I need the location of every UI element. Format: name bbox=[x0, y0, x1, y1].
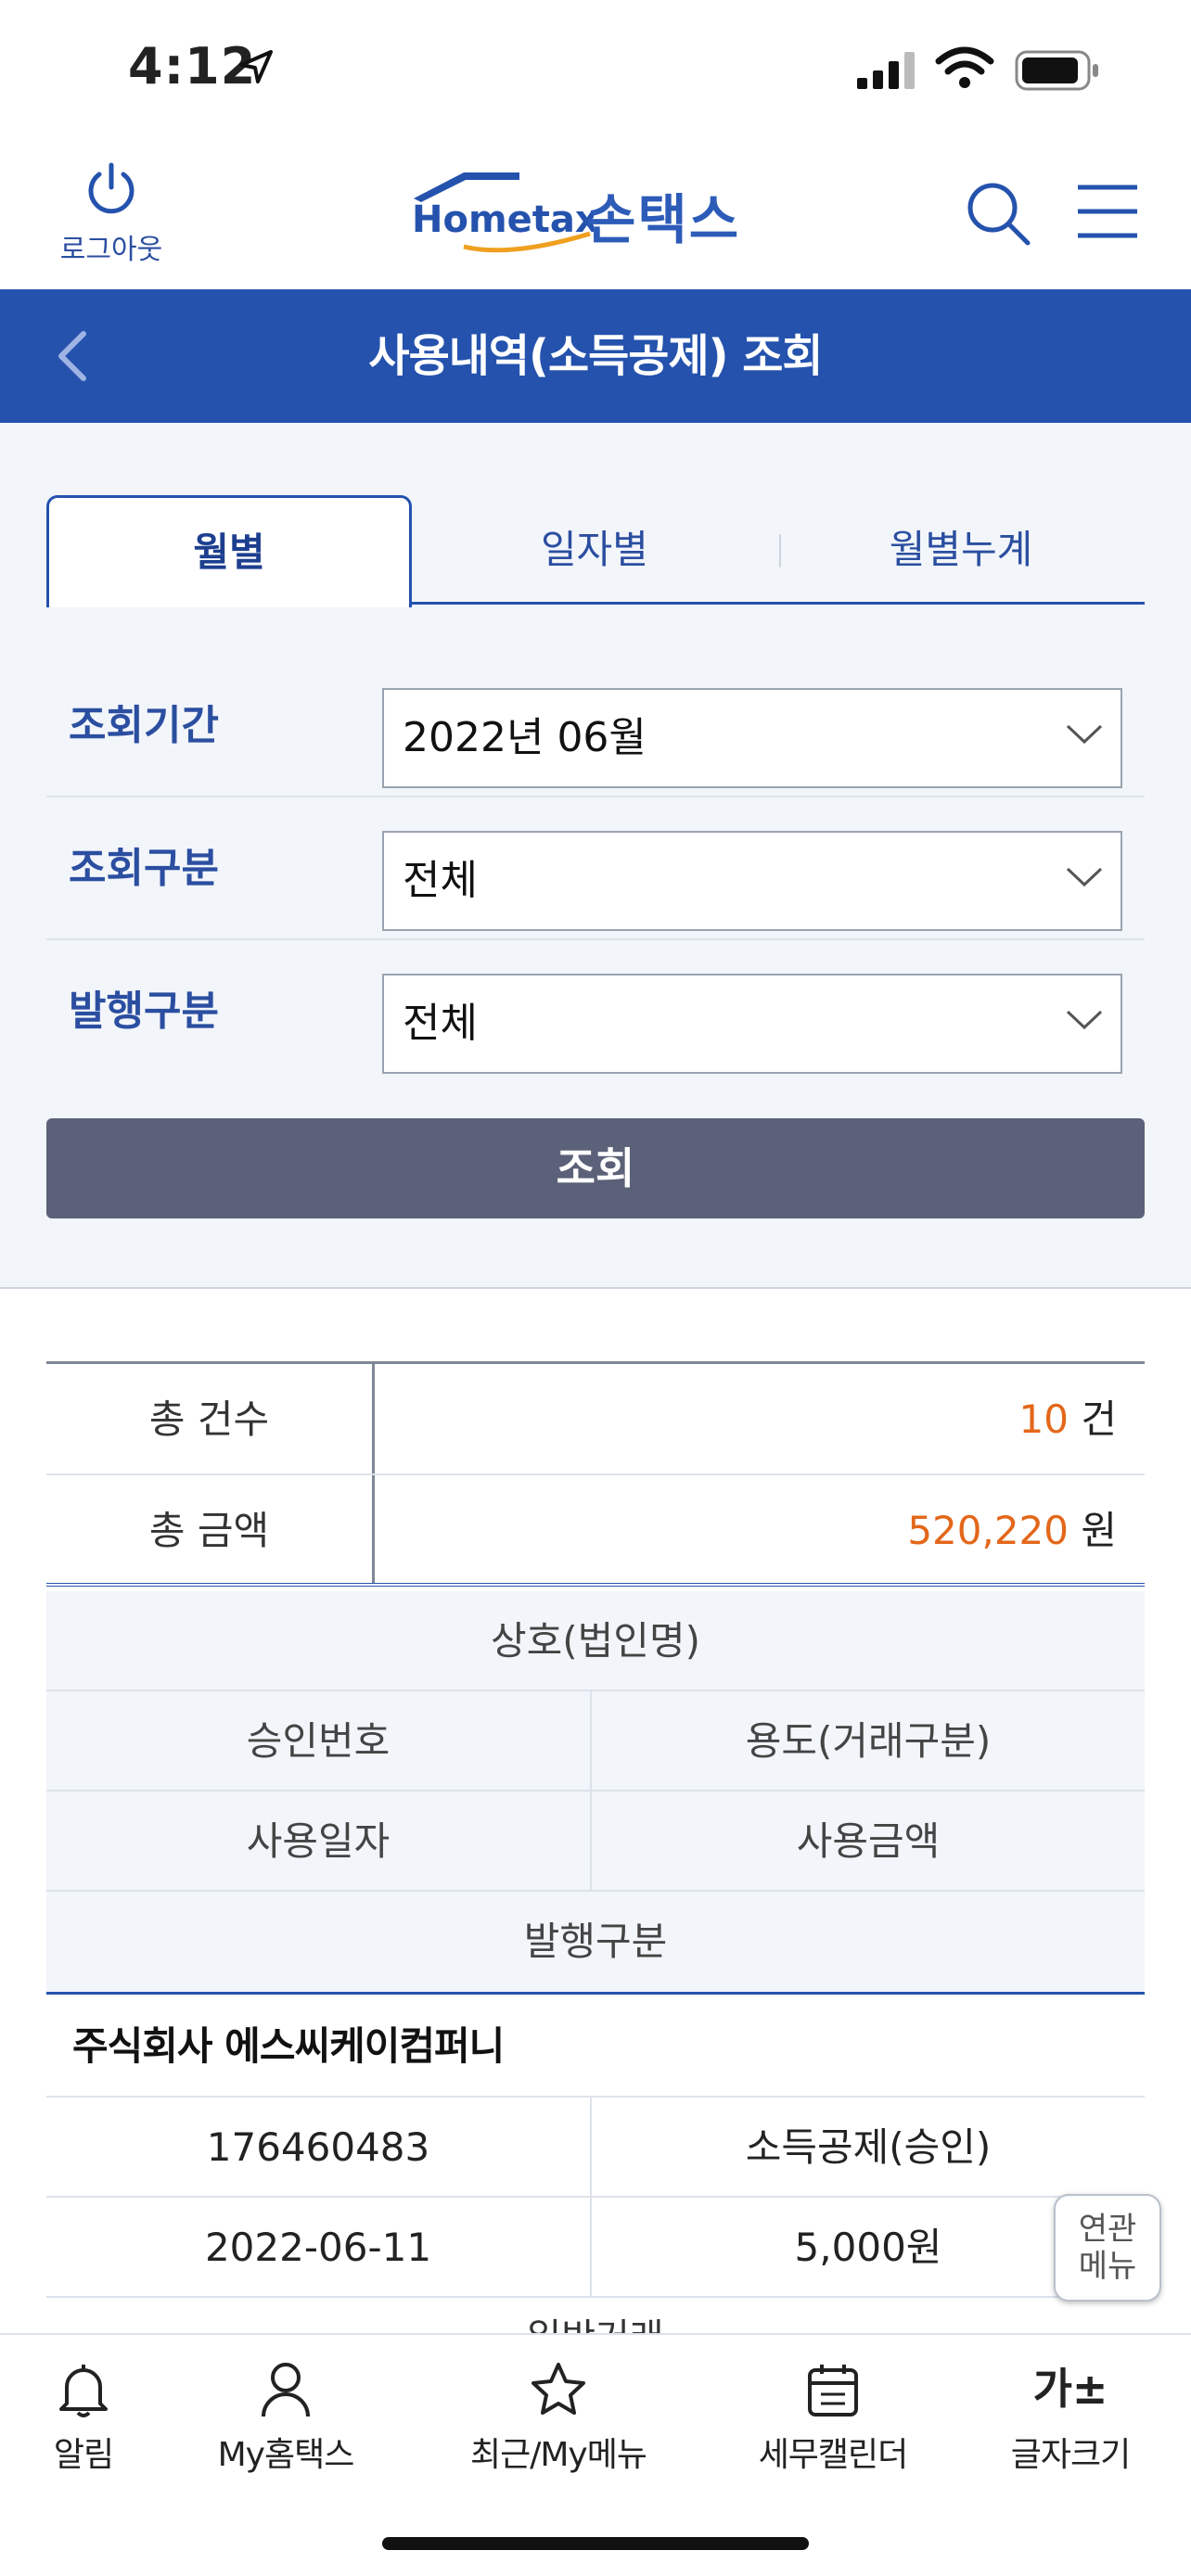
logo-text: 손택스 bbox=[586, 188, 741, 251]
type-label: 조회구분 bbox=[69, 845, 219, 892]
nav-item-font-size[interactable]: 가± 글자크기 bbox=[959, 2359, 1182, 2476]
logout-button[interactable]: 로그아웃 bbox=[54, 161, 169, 267]
nav-item-my-hometax[interactable]: My홈택스 bbox=[174, 2359, 397, 2476]
total-count-number: 10 bbox=[1018, 1396, 1069, 1442]
person-icon bbox=[174, 2359, 397, 2418]
type-select-value: 전체 bbox=[403, 857, 478, 904]
tab-monthly[interactable]: 월별 bbox=[46, 495, 412, 607]
header-row: 상호(법인명) bbox=[46, 1591, 1145, 1691]
home-indicator[interactable] bbox=[382, 2537, 809, 2550]
record-merchant: 주식회사 에스씨케이컴퍼니 bbox=[46, 1996, 1145, 2098]
record-approval-no: 176460483 bbox=[46, 2098, 592, 2196]
logout-label: 로그아웃 bbox=[59, 234, 163, 266]
period-label: 조회기간 bbox=[69, 702, 219, 749]
chevron-down-icon bbox=[1065, 864, 1104, 892]
record-item[interactable]: 주식회사 에스씨케이컴퍼니 176460483 소득공제(승인) 2022-06… bbox=[46, 1996, 1145, 2342]
record-row: 176460483 소득공제(승인) bbox=[46, 2098, 1145, 2198]
related-menu-button[interactable]: 연관 메뉴 bbox=[1054, 2194, 1161, 2302]
column-header-issue-type: 발행구분 bbox=[523, 1919, 668, 1964]
type-select[interactable]: 전체 bbox=[382, 831, 1122, 931]
battery-icon bbox=[1015, 50, 1100, 95]
column-header-amount: 사용금액 bbox=[796, 1818, 941, 1864]
chevron-down-icon bbox=[1065, 721, 1104, 749]
header-row: 발행구분 bbox=[46, 1892, 1145, 1992]
column-header-date: 사용일자 bbox=[46, 1792, 592, 1890]
related-menu-label-1: 연관 bbox=[1078, 2211, 1137, 2248]
total-amount-number: 520,220 bbox=[907, 1508, 1069, 1553]
font-size-glyph: 가± bbox=[1032, 2364, 1108, 2414]
nav-label-font-size: 글자크기 bbox=[1010, 2436, 1131, 2474]
logo-wordmark: Hometax. bbox=[412, 198, 594, 241]
issue-select[interactable]: 전체 bbox=[382, 974, 1122, 1074]
nav-label-my-hometax: My홈택스 bbox=[217, 2436, 355, 2474]
status-bar: 4:12 bbox=[0, 0, 1191, 139]
search-panel: 월별 일자별 월별누계 조회기간 2022년 06월 조회구분 전체 발행구분 … bbox=[0, 423, 1191, 1289]
form-row-issue: 발행구분 전체 bbox=[46, 940, 1145, 1083]
app-header: 로그아웃 Hometax. 손택스 bbox=[0, 139, 1191, 289]
header-row: 사용일자 사용금액 bbox=[46, 1792, 1145, 1892]
summary-row-amount: 총 금액 520,220 원 bbox=[46, 1475, 1145, 1587]
issue-select-value: 전체 bbox=[403, 1000, 478, 1047]
period-select[interactable]: 2022년 06월 bbox=[382, 688, 1122, 788]
total-count-label: 총 건수 bbox=[46, 1364, 375, 1473]
total-amount-value: 520,220 원 bbox=[907, 1475, 1117, 1587]
calendar-icon bbox=[722, 2359, 944, 2418]
nav-item-recent-my-menu[interactable]: 최근/My메뉴 bbox=[447, 2359, 670, 2476]
nav-label-tax-calendar: 세무캘린더 bbox=[758, 2436, 909, 2474]
period-tabs: 월별 일자별 월별누계 bbox=[46, 495, 1145, 607]
hamburger-menu-icon[interactable] bbox=[1076, 184, 1139, 243]
search-icon[interactable] bbox=[965, 180, 1031, 250]
record-date: 2022-06-11 bbox=[46, 2198, 592, 2296]
record-row: 2022-06-11 5,000원 bbox=[46, 2198, 1145, 2298]
nav-item-tax-calendar[interactable]: 세무캘린더 bbox=[722, 2359, 944, 2476]
wifi-icon bbox=[935, 46, 994, 93]
back-chevron-icon[interactable] bbox=[54, 330, 91, 386]
page-title-bar: 사용내역(소득공제) 조회 bbox=[0, 289, 1191, 423]
form-row-period: 조회기간 2022년 06월 bbox=[46, 655, 1145, 797]
nav-item-alerts[interactable]: 알림 bbox=[0, 2359, 195, 2476]
column-header-usage-type: 용도(거래구분) bbox=[745, 1718, 992, 1764]
summary-row-count: 총 건수 10 건 bbox=[46, 1364, 1145, 1475]
hometax-logo[interactable]: Hometax. bbox=[408, 167, 613, 260]
page-title: 사용내역(소득공제) 조회 bbox=[368, 330, 823, 382]
location-arrow-icon bbox=[237, 48, 275, 89]
cellular-signal-icon bbox=[855, 52, 920, 93]
summary-table: 총 건수 10 건 총 금액 520,220 원 bbox=[46, 1361, 1145, 1587]
period-select-value: 2022년 06월 bbox=[403, 714, 647, 761]
header-row: 승인번호 용도(거래구분) bbox=[46, 1691, 1145, 1792]
total-amount-label: 총 금액 bbox=[46, 1475, 375, 1583]
tab-monthly-cumulative[interactable]: 월별누계 bbox=[777, 495, 1145, 605]
related-menu-label-2: 메뉴 bbox=[1078, 2248, 1137, 2285]
tab-daily[interactable]: 일자별 bbox=[412, 495, 777, 605]
total-count-value: 10 건 bbox=[1019, 1364, 1117, 1475]
chevron-down-icon bbox=[1065, 1007, 1104, 1035]
total-count-unit: 건 bbox=[1081, 1396, 1117, 1442]
nav-label-alerts: 알림 bbox=[53, 2436, 114, 2474]
record-usage-type: 소득공제(승인) bbox=[745, 2124, 992, 2170]
issue-label: 발행구분 bbox=[69, 988, 219, 1035]
column-header-grid: 상호(법인명) 승인번호 용도(거래구분) 사용일자 사용금액 발행구분 bbox=[46, 1591, 1145, 1995]
total-amount-unit: 원 bbox=[1081, 1508, 1117, 1553]
column-header-approval-no: 승인번호 bbox=[46, 1691, 592, 1790]
font-size-icon: 가± bbox=[959, 2359, 1182, 2418]
power-icon bbox=[83, 162, 140, 223]
bell-icon bbox=[0, 2359, 195, 2418]
star-icon bbox=[447, 2359, 670, 2418]
form-row-type: 조회구분 전체 bbox=[46, 797, 1145, 940]
query-button[interactable]: 조회 bbox=[46, 1118, 1145, 1218]
nav-label-recent-my-menu: 최근/My메뉴 bbox=[470, 2436, 647, 2474]
column-header-merchant: 상호(법인명) bbox=[491, 1618, 700, 1664]
